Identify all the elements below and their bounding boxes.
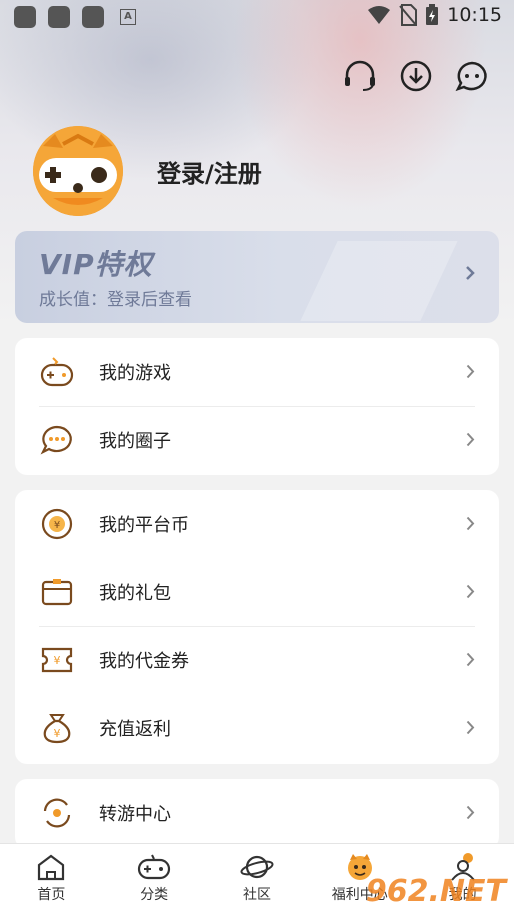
menu-item-my-circles[interactable]: 我的圈子 bbox=[15, 406, 499, 474]
gamepad-icon bbox=[136, 852, 172, 882]
menu-item-platform-coins[interactable]: ¥ 我的平台币 bbox=[15, 490, 499, 558]
menu-item-label: 充值返利 bbox=[99, 719, 171, 740]
chevron-right-icon bbox=[466, 652, 475, 667]
avatar[interactable] bbox=[33, 126, 123, 216]
money-bag-icon: ¥ bbox=[43, 714, 71, 744]
keyboard-icon: A bbox=[120, 9, 136, 25]
chevron-right-icon bbox=[466, 516, 475, 531]
status-bar: A 10:15 bbox=[0, 0, 514, 36]
menu-item-my-games[interactable]: 我的游戏 bbox=[15, 338, 499, 406]
chevron-right-icon bbox=[466, 266, 475, 280]
vip-card[interactable]: VIP特权 成长值：登录后查看 bbox=[15, 231, 499, 323]
menu-card-transfer: 转游中心 bbox=[15, 779, 499, 849]
chevron-right-icon bbox=[466, 584, 475, 599]
planet-icon bbox=[239, 852, 275, 882]
nav-label: 首页 bbox=[37, 887, 66, 903]
vip-title: VIP特权 bbox=[39, 248, 153, 281]
nav-label: 分类 bbox=[140, 887, 169, 903]
menu-item-transfer-center[interactable]: 转游中心 bbox=[15, 779, 499, 847]
headset-icon[interactable] bbox=[342, 58, 378, 94]
nav-category[interactable]: 分类 bbox=[103, 844, 206, 914]
watermark: 962.NET bbox=[365, 874, 506, 909]
menu-card-assets: ¥ 我的平台币 我的礼包 ¥ 我的代金券 ¥ 充值返利 bbox=[15, 490, 499, 764]
menu-card-games: 我的游戏 我的圈子 bbox=[15, 338, 499, 475]
no-sim-icon bbox=[399, 4, 418, 26]
vip-growth-value: 成长值：登录后查看 bbox=[39, 290, 192, 310]
svg-text:¥: ¥ bbox=[54, 654, 61, 667]
gift-icon bbox=[41, 579, 73, 606]
menu-item-vouchers[interactable]: ¥ 我的代金券 bbox=[15, 626, 499, 694]
svg-text:¥: ¥ bbox=[54, 520, 60, 531]
vip-decoration bbox=[300, 241, 458, 321]
chat-bubble-icon bbox=[40, 425, 72, 455]
menu-item-label: 转游中心 bbox=[99, 804, 171, 825]
login-register-link[interactable]: 登录/注册 bbox=[157, 154, 262, 189]
chevron-right-icon bbox=[466, 720, 475, 735]
battery-icon bbox=[426, 4, 439, 25]
svg-text:¥: ¥ bbox=[54, 727, 61, 740]
menu-item-label: 我的游戏 bbox=[99, 363, 171, 384]
coin-icon: ¥ bbox=[41, 508, 73, 540]
transfer-icon bbox=[43, 798, 71, 828]
chevron-right-icon bbox=[466, 432, 475, 447]
voucher-icon: ¥ bbox=[41, 647, 73, 673]
nav-label: 社区 bbox=[242, 887, 271, 903]
gamepad-icon bbox=[40, 357, 74, 387]
profile-section[interactable]: 登录/注册 bbox=[33, 126, 262, 216]
menu-item-label: 我的平台币 bbox=[99, 515, 189, 536]
notification-icon bbox=[82, 6, 104, 28]
message-icon[interactable] bbox=[454, 58, 490, 94]
wifi-icon bbox=[368, 6, 391, 24]
clock: 10:15 bbox=[447, 4, 502, 26]
nav-community[interactable]: 社区 bbox=[206, 844, 309, 914]
menu-item-recharge-rebate[interactable]: ¥ 充值返利 bbox=[15, 694, 499, 762]
download-icon[interactable] bbox=[398, 58, 434, 94]
notification-icon bbox=[48, 6, 70, 28]
nav-home[interactable]: 首页 bbox=[0, 844, 103, 914]
menu-item-label: 我的圈子 bbox=[99, 431, 171, 452]
menu-item-gift-packs[interactable]: 我的礼包 bbox=[15, 558, 499, 626]
chevron-right-icon bbox=[466, 805, 475, 820]
menu-item-label: 我的礼包 bbox=[99, 583, 171, 604]
menu-item-label: 我的代金券 bbox=[99, 651, 189, 672]
notification-icon bbox=[14, 6, 36, 28]
home-icon bbox=[33, 852, 69, 882]
chevron-right-icon bbox=[466, 364, 475, 379]
